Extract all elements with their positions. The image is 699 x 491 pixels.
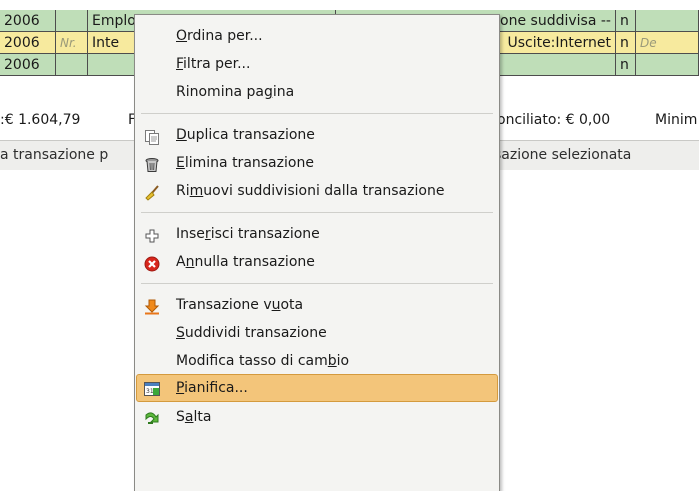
status-text-left: a transazione p	[0, 147, 109, 163]
menu-separator	[141, 212, 493, 213]
menu-item-schedule[interactable]: 31 Pianifica...	[136, 374, 498, 402]
menu-item-sort-by[interactable]: Ordina per...	[136, 22, 498, 50]
status-text-right: sazione selezionata	[494, 147, 632, 163]
menu-item-split-transaction[interactable]: Suddividi transazione	[136, 319, 498, 347]
jump-icon	[144, 409, 160, 425]
amount-cell[interactable]	[636, 10, 699, 32]
menu-item-cancel-transaction[interactable]: Annulla transazione	[136, 248, 498, 276]
amount-cell[interactable]: De	[636, 32, 699, 54]
plus-icon	[144, 226, 160, 243]
reconcile-cell[interactable]: n	[616, 32, 636, 54]
menu-item-rename-page[interactable]: Rinomina pagina	[136, 78, 498, 106]
menu-item-duplicate-transaction[interactable]: Duplica transazione	[136, 121, 498, 149]
minimum-balance: Minim	[655, 112, 698, 128]
calendar-icon: 31	[144, 380, 160, 396]
menu-item-delete-transaction[interactable]: Elimina transazione	[136, 149, 498, 177]
context-menu: Ordina per... Filtra per... Rinomina pag…	[134, 14, 500, 491]
menu-separator	[141, 113, 493, 114]
menu-item-remove-splits[interactable]: Rimuovi suddivisioni dalla transazione	[136, 177, 498, 205]
reconciled-balance: onciliato: € 0,00	[497, 112, 611, 128]
menu-item-jump[interactable]: Salta	[136, 403, 498, 431]
num-cell[interactable]: Nr.	[56, 32, 88, 54]
menu-item-filter-by[interactable]: Filtra per...	[136, 50, 498, 78]
menu-separator	[141, 283, 493, 284]
cancel-icon	[144, 254, 160, 272]
num-cell[interactable]	[56, 54, 88, 76]
svg-text:31: 31	[146, 388, 154, 395]
menu-item-insert-transaction[interactable]: Inserisci transazione	[136, 220, 498, 248]
duplicate-icon	[144, 127, 160, 145]
date-cell[interactable]: 2006	[0, 32, 56, 54]
reconcile-cell[interactable]: n	[616, 10, 636, 32]
date-cell[interactable]: 2006	[0, 54, 56, 76]
date-cell[interactable]: 2006	[0, 10, 56, 32]
trash-icon	[144, 155, 160, 172]
menu-item-blank-transaction[interactable]: Transazione vuota	[136, 291, 498, 319]
menu-item-edit-exchange-rate[interactable]: Modifica tasso di cambio	[136, 347, 498, 375]
present-balance: :€ 1.604,79	[0, 112, 81, 128]
broom-icon	[144, 183, 160, 201]
arrow-down-icon	[144, 297, 160, 315]
amount-cell[interactable]	[636, 54, 699, 76]
reconcile-cell[interactable]: n	[616, 54, 636, 76]
num-cell[interactable]	[56, 10, 88, 32]
